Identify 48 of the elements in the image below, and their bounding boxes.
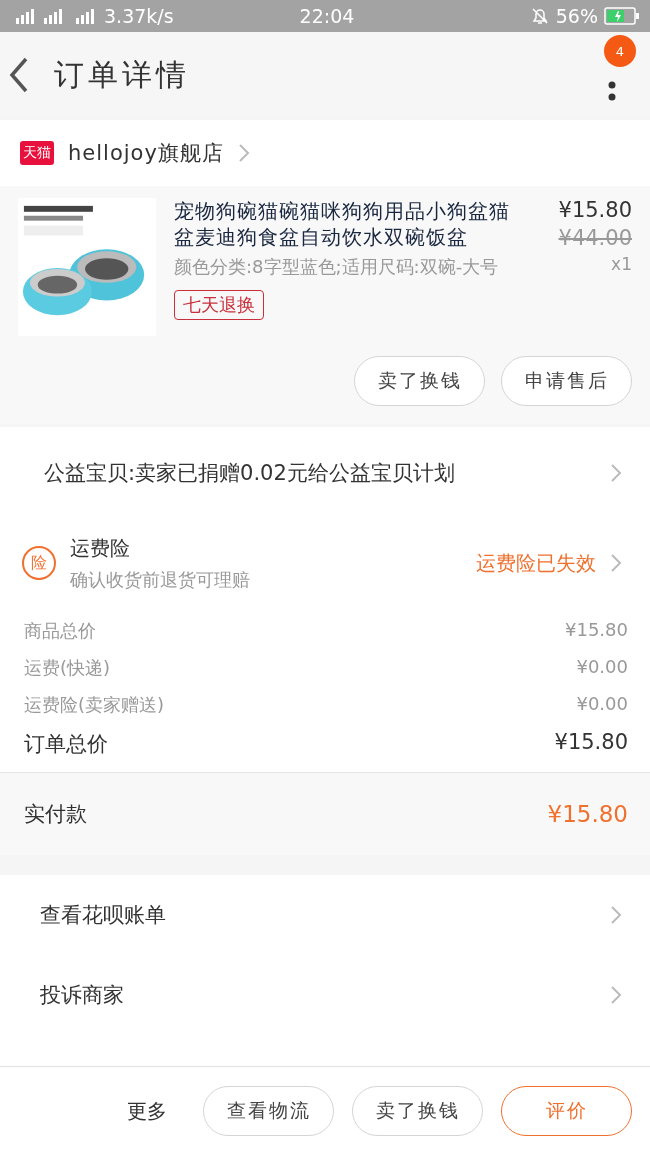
menu-item[interactable]: 查看花呗账单: [0, 875, 650, 955]
back-icon[interactable]: [8, 57, 30, 93]
original-price: ¥44.00: [558, 226, 632, 250]
page-title: 订单详情: [54, 55, 191, 94]
menu-item-label: 投诉商家: [40, 982, 124, 1009]
charity-text: 公益宝贝:卖家已捐赠0.02元给公益宝贝计划: [44, 460, 455, 487]
charity-row[interactable]: 公益宝贝:卖家已捐赠0.02元给公益宝贝计划: [0, 427, 650, 519]
menu-item-label: 查看花呗账单: [40, 902, 166, 929]
clock: 22:04: [299, 5, 355, 27]
menu-item[interactable]: 投诉商家: [0, 955, 650, 1035]
battery-icon: [604, 7, 640, 25]
network-speed: 3.37k/s: [104, 5, 174, 27]
chevron-icon: [237, 143, 250, 163]
more-link[interactable]: 更多: [127, 1097, 167, 1125]
notification-badge: 4: [604, 35, 636, 67]
paid-label: 实付款: [24, 801, 87, 828]
chevron-icon: [610, 985, 622, 1005]
store-name: hellojoy旗舰店: [68, 140, 224, 167]
muted-bell-icon: [529, 6, 550, 26]
action-button[interactable]: 卖了换钱: [352, 1086, 483, 1136]
price-label: 运费险(卖家赠送): [24, 693, 165, 717]
price-value: ¥0.00: [576, 656, 628, 679]
store-row[interactable]: 天猫 hellojoy旗舰店: [0, 120, 650, 186]
price-label: 运费(快递): [24, 656, 111, 680]
price-value: ¥0.00: [576, 693, 628, 716]
chevron-icon: [610, 463, 622, 483]
quantity: x1: [611, 254, 632, 274]
insurance-subtitle: 确认收货前退货可理赔: [70, 567, 251, 592]
product-spec: 颜色分类:8字型蓝色;适用尺码:双碗-大号: [174, 255, 499, 279]
price-label: 商品总价: [24, 619, 96, 643]
paid-amount: ¥15.80: [547, 801, 628, 827]
action-button[interactable]: 卖了换钱: [354, 356, 485, 406]
chevron-icon: [610, 553, 622, 573]
insurance-row[interactable]: 险 运费险 确认收货前退货可理赔 运费险已失效: [0, 519, 650, 607]
action-button[interactable]: 申请售后: [501, 356, 632, 406]
insurance-title: 运费险: [70, 534, 131, 562]
chevron-icon: [610, 905, 622, 925]
insurance-icon: 险: [22, 546, 56, 580]
product-price: ¥15.80: [558, 198, 632, 222]
insurance-status: 运费险已失效: [476, 549, 596, 577]
return-tag: 七天退换: [174, 290, 264, 320]
action-button[interactable]: 查看物流: [203, 1086, 334, 1136]
price-label: 订单总价: [24, 731, 108, 758]
battery-percent: 56%: [555, 5, 598, 27]
price-value: ¥15.80: [554, 730, 628, 756]
store-badge: 天猫: [20, 141, 54, 165]
price-value: ¥15.80: [565, 619, 628, 642]
product-title[interactable]: 宠物狗碗猫碗猫咪狗狗用品小狗盆猫盆麦迪狗食盆自动饮水双碗饭盆: [174, 198, 526, 250]
